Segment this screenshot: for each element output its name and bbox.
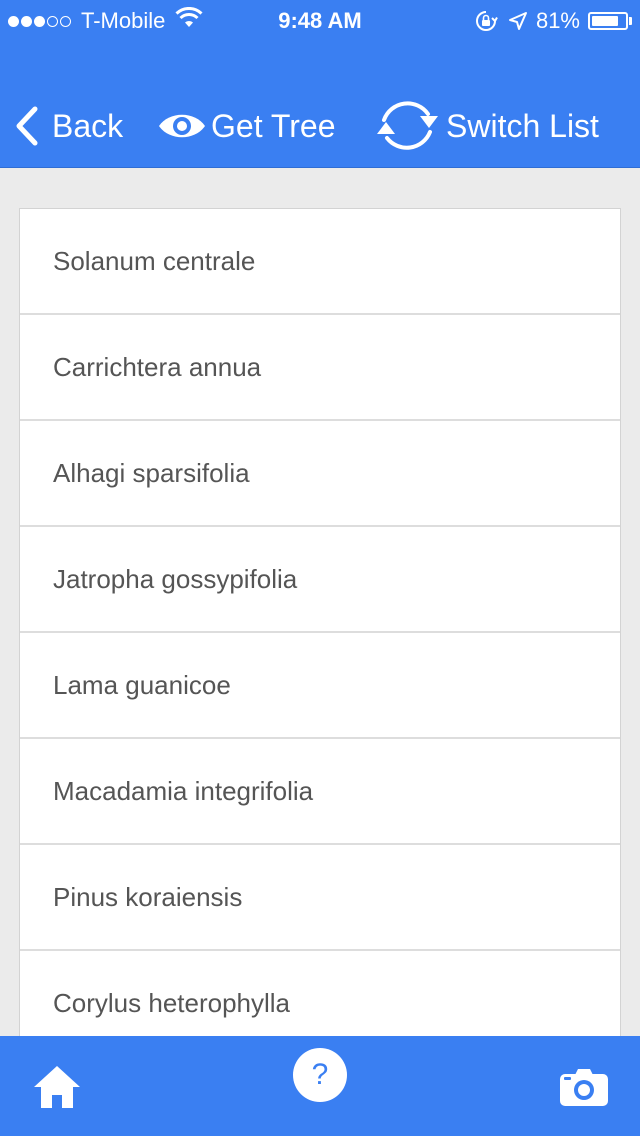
switch-list-button[interactable]: Switch List bbox=[376, 96, 599, 156]
help-icon: ? bbox=[293, 1048, 347, 1102]
list-item[interactable]: Corylus heterophylla bbox=[20, 951, 620, 1036]
get-tree-label: Get Tree bbox=[211, 107, 336, 144]
back-button[interactable]: Back bbox=[14, 96, 123, 156]
battery-icon bbox=[588, 12, 628, 30]
orientation-lock-icon bbox=[474, 10, 498, 32]
list-item[interactable]: Alhagi sparsifolia bbox=[20, 421, 620, 527]
help-button[interactable]: ? bbox=[293, 1048, 347, 1102]
bottom-tab-bar: ? bbox=[0, 1036, 640, 1136]
list-item[interactable]: Carrichtera annua bbox=[20, 315, 620, 421]
battery-tip bbox=[629, 17, 632, 25]
list-item[interactable]: Lama guanicoe bbox=[20, 633, 620, 739]
chevron-left-icon bbox=[14, 105, 40, 147]
status-right: 81% bbox=[474, 8, 632, 34]
battery-percent: 81% bbox=[535, 8, 580, 33]
help-label: ? bbox=[311, 1058, 329, 1091]
camera-icon bbox=[558, 1066, 610, 1108]
switch-list-label: Switch List bbox=[446, 107, 599, 144]
home-button[interactable] bbox=[32, 1064, 82, 1110]
status-bar: T-Mobile 9:48 AM 81% bbox=[0, 0, 640, 40]
list-item[interactable]: Jatropha gossypifolia bbox=[20, 527, 620, 633]
home-icon bbox=[32, 1064, 82, 1110]
eye-icon bbox=[157, 109, 207, 143]
battery-fill bbox=[592, 16, 618, 26]
list-item[interactable]: Solanum centrale bbox=[20, 209, 620, 315]
top-header: T-Mobile 9:48 AM 81% Back Get Tree Switc… bbox=[0, 0, 640, 168]
list-item[interactable]: Pinus koraiensis bbox=[20, 845, 620, 951]
back-label: Back bbox=[52, 107, 124, 144]
list-item[interactable]: Macadamia integrifolia bbox=[20, 739, 620, 845]
species-list: Solanum centrale Carrichtera annua Alhag… bbox=[19, 208, 621, 1036]
get-tree-button[interactable]: Get Tree bbox=[157, 96, 336, 156]
location-arrow-icon bbox=[508, 11, 528, 31]
refresh-cycle-icon bbox=[376, 98, 440, 154]
camera-button[interactable] bbox=[558, 1066, 610, 1108]
